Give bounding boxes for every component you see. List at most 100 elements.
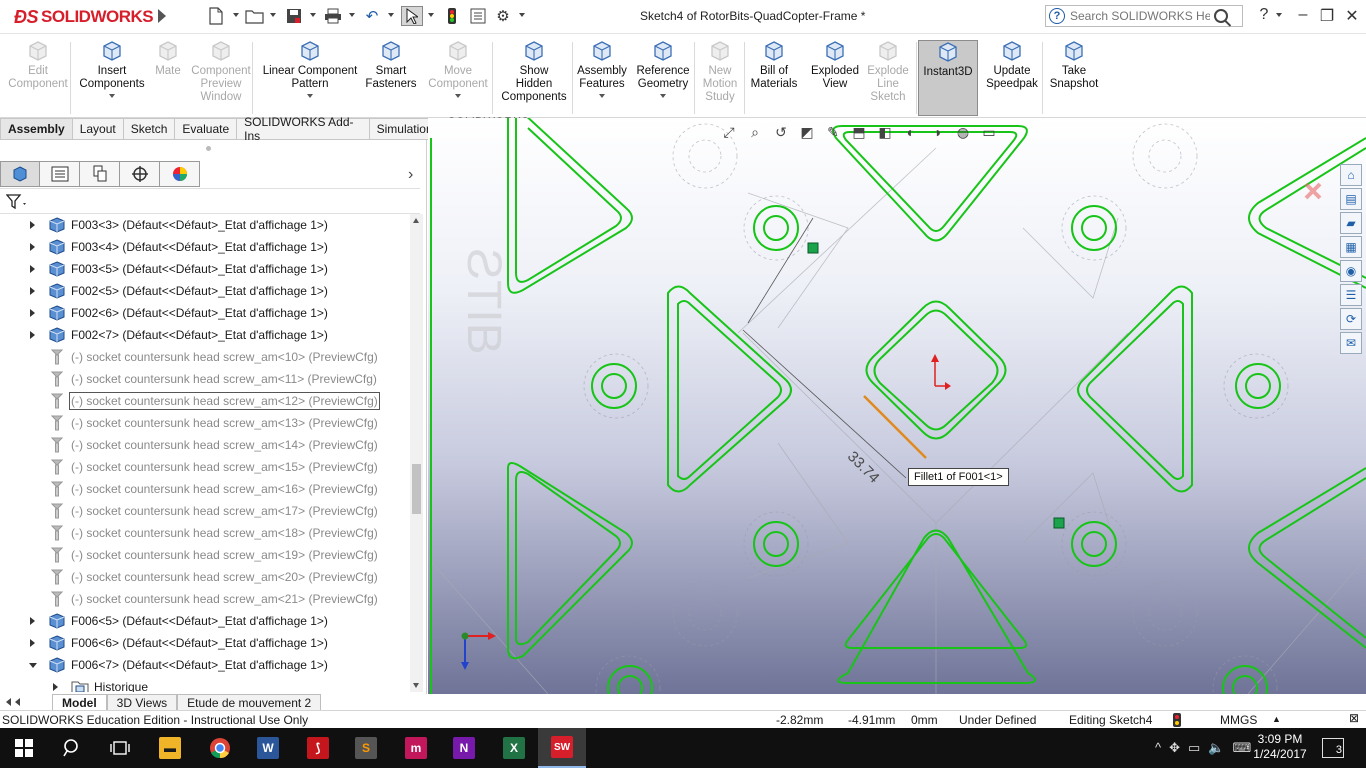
tree-row[interactable]: F003<3> (Défaut<<Défaut>_Etat d'affichag… xyxy=(0,214,410,236)
menu-expand-arrow-icon[interactable] xyxy=(158,9,166,23)
tab-sketch[interactable]: Sketch xyxy=(123,118,176,140)
display-manager-tab-icon[interactable] xyxy=(160,161,200,187)
tree-filter-bar[interactable] xyxy=(0,188,420,214)
units-dropdown-icon[interactable]: ▲ xyxy=(1272,714,1281,724)
rebuild-icon[interactable] xyxy=(441,6,463,26)
expand-arrow-icon[interactable] xyxy=(53,683,58,691)
smart-fasteners-button[interactable]: Smart Fasteners xyxy=(362,40,420,116)
file-properties-icon[interactable] xyxy=(467,6,489,26)
sketch-canvas[interactable]: ƧTIB xyxy=(428,118,1366,694)
linear-component-pattern-dropdown-icon[interactable] xyxy=(307,94,313,98)
tree-row[interactable]: (-) socket countersunk head screw_am<11>… xyxy=(0,368,410,390)
scroll-up-icon[interactable] xyxy=(413,218,419,223)
tree-row[interactable]: (-) socket countersunk head screw_am<20>… xyxy=(0,566,410,588)
update-speedpak-button[interactable]: Update Speedpak xyxy=(982,40,1042,116)
tree-row[interactable]: F003<5> (Défaut<<Défaut>_Etat d'affichag… xyxy=(0,258,410,280)
solidworks-forum-icon[interactable]: ⟳ xyxy=(1340,308,1362,330)
panel-splitter-grip[interactable] xyxy=(206,146,211,151)
help-search-input[interactable] xyxy=(1070,9,1210,23)
chat-icon[interactable]: ✉ xyxy=(1340,332,1362,354)
start-windows-icon[interactable] xyxy=(0,728,48,768)
close-icon[interactable]: ✕ xyxy=(1341,6,1363,26)
input-language-icon[interactable]: ⌨ xyxy=(1233,740,1252,756)
move-component-button[interactable]: Move Component xyxy=(428,40,488,116)
expand-arrow-icon[interactable] xyxy=(30,221,35,229)
solidworks-2016-icon[interactable]: SW xyxy=(538,728,586,768)
new-motion-study-button[interactable]: New Motion Study xyxy=(698,40,742,116)
previous-view-icon[interactable]: ↺ xyxy=(770,122,792,142)
zoom-to-fit-icon[interactable]: ⤢ xyxy=(718,122,740,142)
expand-arrow-icon[interactable] xyxy=(30,331,35,339)
linear-component-pattern-button[interactable]: Linear Component Pattern xyxy=(258,40,362,116)
solidworks-resources-home-icon[interactable]: ⌂ xyxy=(1340,164,1362,186)
design-library-icon[interactable]: ▤ xyxy=(1340,188,1362,210)
edit-appearance-icon[interactable]: ◑ xyxy=(926,122,948,142)
bill-of-materials-button[interactable]: Bill of Materials xyxy=(748,40,800,116)
explode-line-sketch-button[interactable]: Explode Line Sketch xyxy=(864,40,912,116)
edit-component-button[interactable]: Edit Component xyxy=(6,40,70,116)
graphics-area[interactable]: ƧTIB ⤢ ⌕ ↺ ◩ ✎ ⬒ ◧ ◐ ◑ ◍ ▭ 33.74 Fillet1… xyxy=(428,118,1366,694)
help-search-box[interactable]: ? xyxy=(1045,5,1243,27)
bottom-tab-3d-views[interactable]: 3D Views xyxy=(106,694,178,710)
chrome-icon[interactable] xyxy=(196,728,244,768)
open-folder-icon[interactable] xyxy=(244,6,266,26)
help-button[interactable]: ? xyxy=(1253,6,1275,24)
print-icon[interactable] xyxy=(322,6,344,26)
property-manager-tab-icon[interactable] xyxy=(40,161,80,187)
sublime-text-icon[interactable]: S xyxy=(342,728,390,768)
tree-row[interactable]: F006<5> (Défaut<<Défaut>_Etat d'affichag… xyxy=(0,610,410,632)
tree-row[interactable]: F003<4> (Défaut<<Défaut>_Etat d'affichag… xyxy=(0,236,410,258)
solidworks-logo[interactable]: ƉS SOLIDWORKS xyxy=(14,5,154,29)
reference-geometry-button[interactable]: Reference Geometry xyxy=(632,40,694,116)
component-preview-window-button[interactable]: Component Preview Window xyxy=(188,40,254,116)
dropbox-icon[interactable]: ✥ xyxy=(1169,740,1180,756)
tree-row[interactable]: (-) socket countersunk head screw_am<10>… xyxy=(0,346,410,368)
options-dropdown-icon[interactable] xyxy=(519,13,525,17)
reference-geometry-dropdown-icon[interactable] xyxy=(660,94,666,98)
select-dropdown-icon[interactable] xyxy=(428,13,434,17)
onenote-icon[interactable]: N xyxy=(440,728,488,768)
tab-solidworks-add-ins[interactable]: SOLIDWORKS Add-Ins xyxy=(237,115,370,143)
acrobat-icon[interactable]: ⟆ xyxy=(294,728,342,768)
tab-scroll-arrows-icon[interactable] xyxy=(0,698,52,706)
tab-evaluate[interactable]: Evaluate xyxy=(175,118,238,140)
section-view-icon[interactable]: ◩ xyxy=(796,122,818,142)
collapse-arrow-icon[interactable] xyxy=(29,663,37,668)
tree-row[interactable]: (-) socket countersunk head screw_am<18>… xyxy=(0,522,410,544)
tree-row[interactable]: F006<7> (Défaut<<Défaut>_Etat d'affichag… xyxy=(0,654,410,676)
instant3d-button[interactable]: Instant3D xyxy=(918,40,978,116)
show-hidden-components-button[interactable]: Show Hidden Components xyxy=(498,40,570,116)
undo-icon[interactable]: ↶ xyxy=(361,6,383,26)
panel-expand-chevron-icon[interactable]: › xyxy=(408,166,413,184)
tree-row[interactable]: (-) socket countersunk head screw_am<15>… xyxy=(0,456,410,478)
new-dropdown-icon[interactable] xyxy=(233,13,239,17)
apply-scene-icon[interactable]: ◍ xyxy=(952,122,974,142)
tree-row[interactable]: (-) socket countersunk head screw_am<16>… xyxy=(0,478,410,500)
tab-layout[interactable]: Layout xyxy=(72,118,124,140)
close-sketch-icon[interactable] xyxy=(1304,182,1322,200)
tree-row[interactable]: (-) socket countersunk head screw_am<17>… xyxy=(0,500,410,522)
move-component-dropdown-icon[interactable] xyxy=(455,94,461,98)
options-gear-icon[interactable]: ⚙ xyxy=(492,6,514,26)
tree-row[interactable]: (-) socket countersunk head screw_am<12>… xyxy=(0,390,410,412)
view-settings-icon[interactable]: ▭ xyxy=(978,122,1000,142)
search-icon[interactable] xyxy=(48,728,96,768)
bottom-tab-etude-de-mouvement-2[interactable]: Etude de mouvement 2 xyxy=(177,694,322,710)
assembly-features-button[interactable]: Assembly Features xyxy=(574,40,630,116)
undo-dropdown-icon[interactable] xyxy=(388,13,394,17)
save-dropdown-icon[interactable] xyxy=(310,13,316,17)
zoom-to-area-icon[interactable]: ⌕ xyxy=(744,122,766,142)
search-icon[interactable] xyxy=(1214,9,1228,23)
exploded-view-button[interactable]: Exploded View xyxy=(806,40,864,116)
save-icon[interactable] xyxy=(283,6,305,26)
tree-row[interactable]: (-) socket countersunk head screw_am<19>… xyxy=(0,544,410,566)
display-style-icon[interactable]: ◧ xyxy=(874,122,896,142)
quick-tips-icon[interactable]: ⊠ xyxy=(1349,711,1359,725)
dynamic-annotation-icon[interactable]: ✎ xyxy=(822,122,844,142)
mate-button[interactable]: Mate xyxy=(148,40,188,116)
word-icon[interactable]: W xyxy=(244,728,292,768)
tree-row[interactable]: (-) socket countersunk head screw_am<14>… xyxy=(0,434,410,456)
insert-components-dropdown-icon[interactable] xyxy=(109,94,115,98)
tree-scrollbar[interactable] xyxy=(410,214,423,692)
assembly-features-dropdown-icon[interactable] xyxy=(599,94,605,98)
